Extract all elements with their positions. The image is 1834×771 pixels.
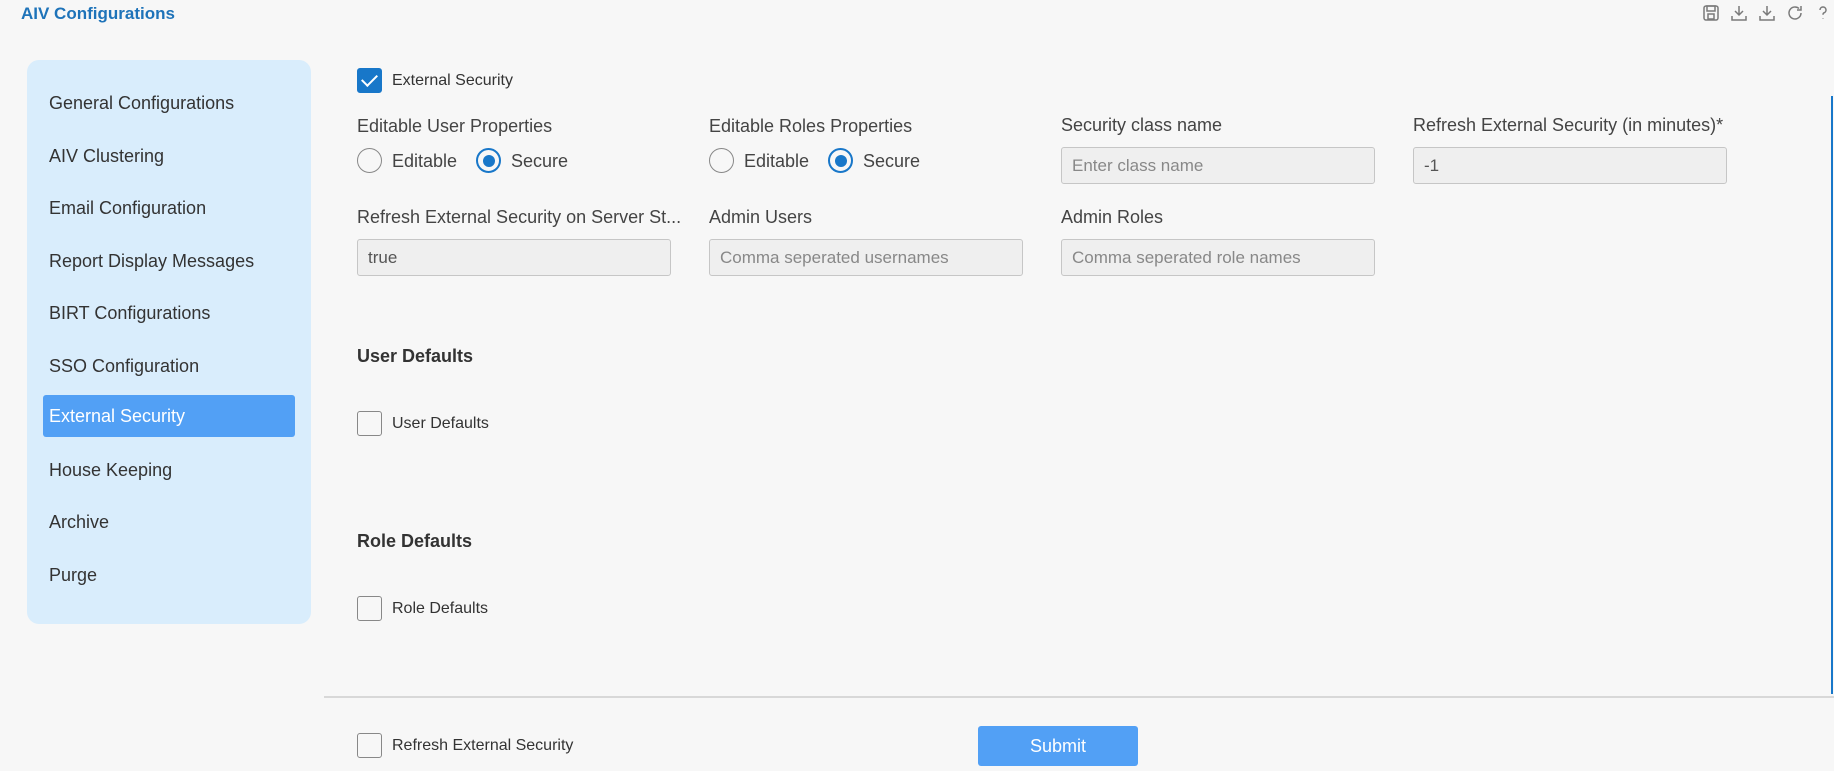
sidebar-item-aiv-clustering[interactable]: AIV Clustering (43, 135, 295, 177)
admin-roles-label: Admin Roles (1061, 207, 1164, 227)
refresh-on-start-label: Refresh External Security on Server St..… (357, 207, 682, 227)
security-class-name-label: Security class name (1061, 115, 1223, 135)
refresh-minutes-label: Refresh External Security (in minutes)* (1413, 115, 1724, 135)
roles-properties-editable-radio[interactable] (709, 148, 734, 173)
user-defaults-title: User Defaults (357, 346, 474, 366)
help-icon[interactable] (1812, 2, 1834, 24)
sidebar-item-report-display-messages[interactable]: Report Display Messages (43, 240, 295, 282)
editable-user-properties-label: Editable User Properties (357, 116, 553, 136)
save-icon[interactable] (1700, 2, 1722, 24)
refresh-external-security-label: Refresh External Security (392, 737, 574, 754)
admin-users-input[interactable] (709, 239, 1023, 276)
roles-properties-editable-label: Editable (744, 151, 810, 171)
sidebar-item-external-security[interactable]: External Security (43, 395, 295, 437)
sidebar-item-archive[interactable]: Archive (43, 501, 295, 543)
refresh-icon[interactable] (1784, 2, 1806, 24)
scroll-indicator (1831, 96, 1833, 694)
sidebar-item-sso-configuration[interactable]: SSO Configuration (43, 345, 295, 387)
submit-button[interactable]: Submit (978, 726, 1138, 766)
download-icon[interactable] (1728, 2, 1750, 24)
editable-roles-properties-label: Editable Roles Properties (709, 116, 913, 136)
role-defaults-label: Role Defaults (392, 600, 489, 617)
role-defaults-checkbox[interactable] (357, 596, 382, 621)
security-class-name-input[interactable] (1061, 147, 1375, 184)
footer-divider (324, 696, 1834, 698)
user-properties-secure-radio[interactable] (476, 148, 501, 173)
sidebar-item-general-configurations[interactable]: General Configurations (43, 82, 295, 124)
user-properties-editable-label: Editable (392, 151, 458, 171)
external-security-label: External Security (392, 72, 513, 89)
user-properties-secure-label: Secure (511, 151, 569, 171)
admin-roles-input[interactable] (1061, 239, 1375, 276)
refresh-on-start-input[interactable] (357, 239, 671, 276)
download-alt-icon[interactable] (1756, 2, 1778, 24)
roles-properties-secure-radio[interactable] (828, 148, 853, 173)
roles-properties-secure-label: Secure (863, 151, 921, 171)
role-defaults-title: Role Defaults (357, 531, 473, 551)
app-title: AIV Configurations (21, 4, 175, 23)
user-properties-editable-radio[interactable] (357, 148, 382, 173)
sidebar-item-purge[interactable]: Purge (43, 554, 295, 596)
refresh-minutes-input[interactable] (1413, 147, 1727, 184)
user-defaults-checkbox[interactable] (357, 411, 382, 436)
sidebar-item-birt-configurations[interactable]: BIRT Configurations (43, 292, 295, 334)
user-defaults-label: User Defaults (392, 415, 489, 432)
toolbar (1700, 2, 1834, 24)
refresh-external-security-checkbox[interactable] (357, 733, 382, 758)
sidebar-item-email-configuration[interactable]: Email Configuration (43, 187, 295, 229)
sidebar-item-house-keeping[interactable]: House Keeping (43, 449, 295, 491)
sidebar: General Configurations AIV Clustering Em… (27, 60, 311, 624)
external-security-checkbox[interactable] (357, 68, 382, 93)
admin-users-label: Admin Users (709, 207, 813, 227)
